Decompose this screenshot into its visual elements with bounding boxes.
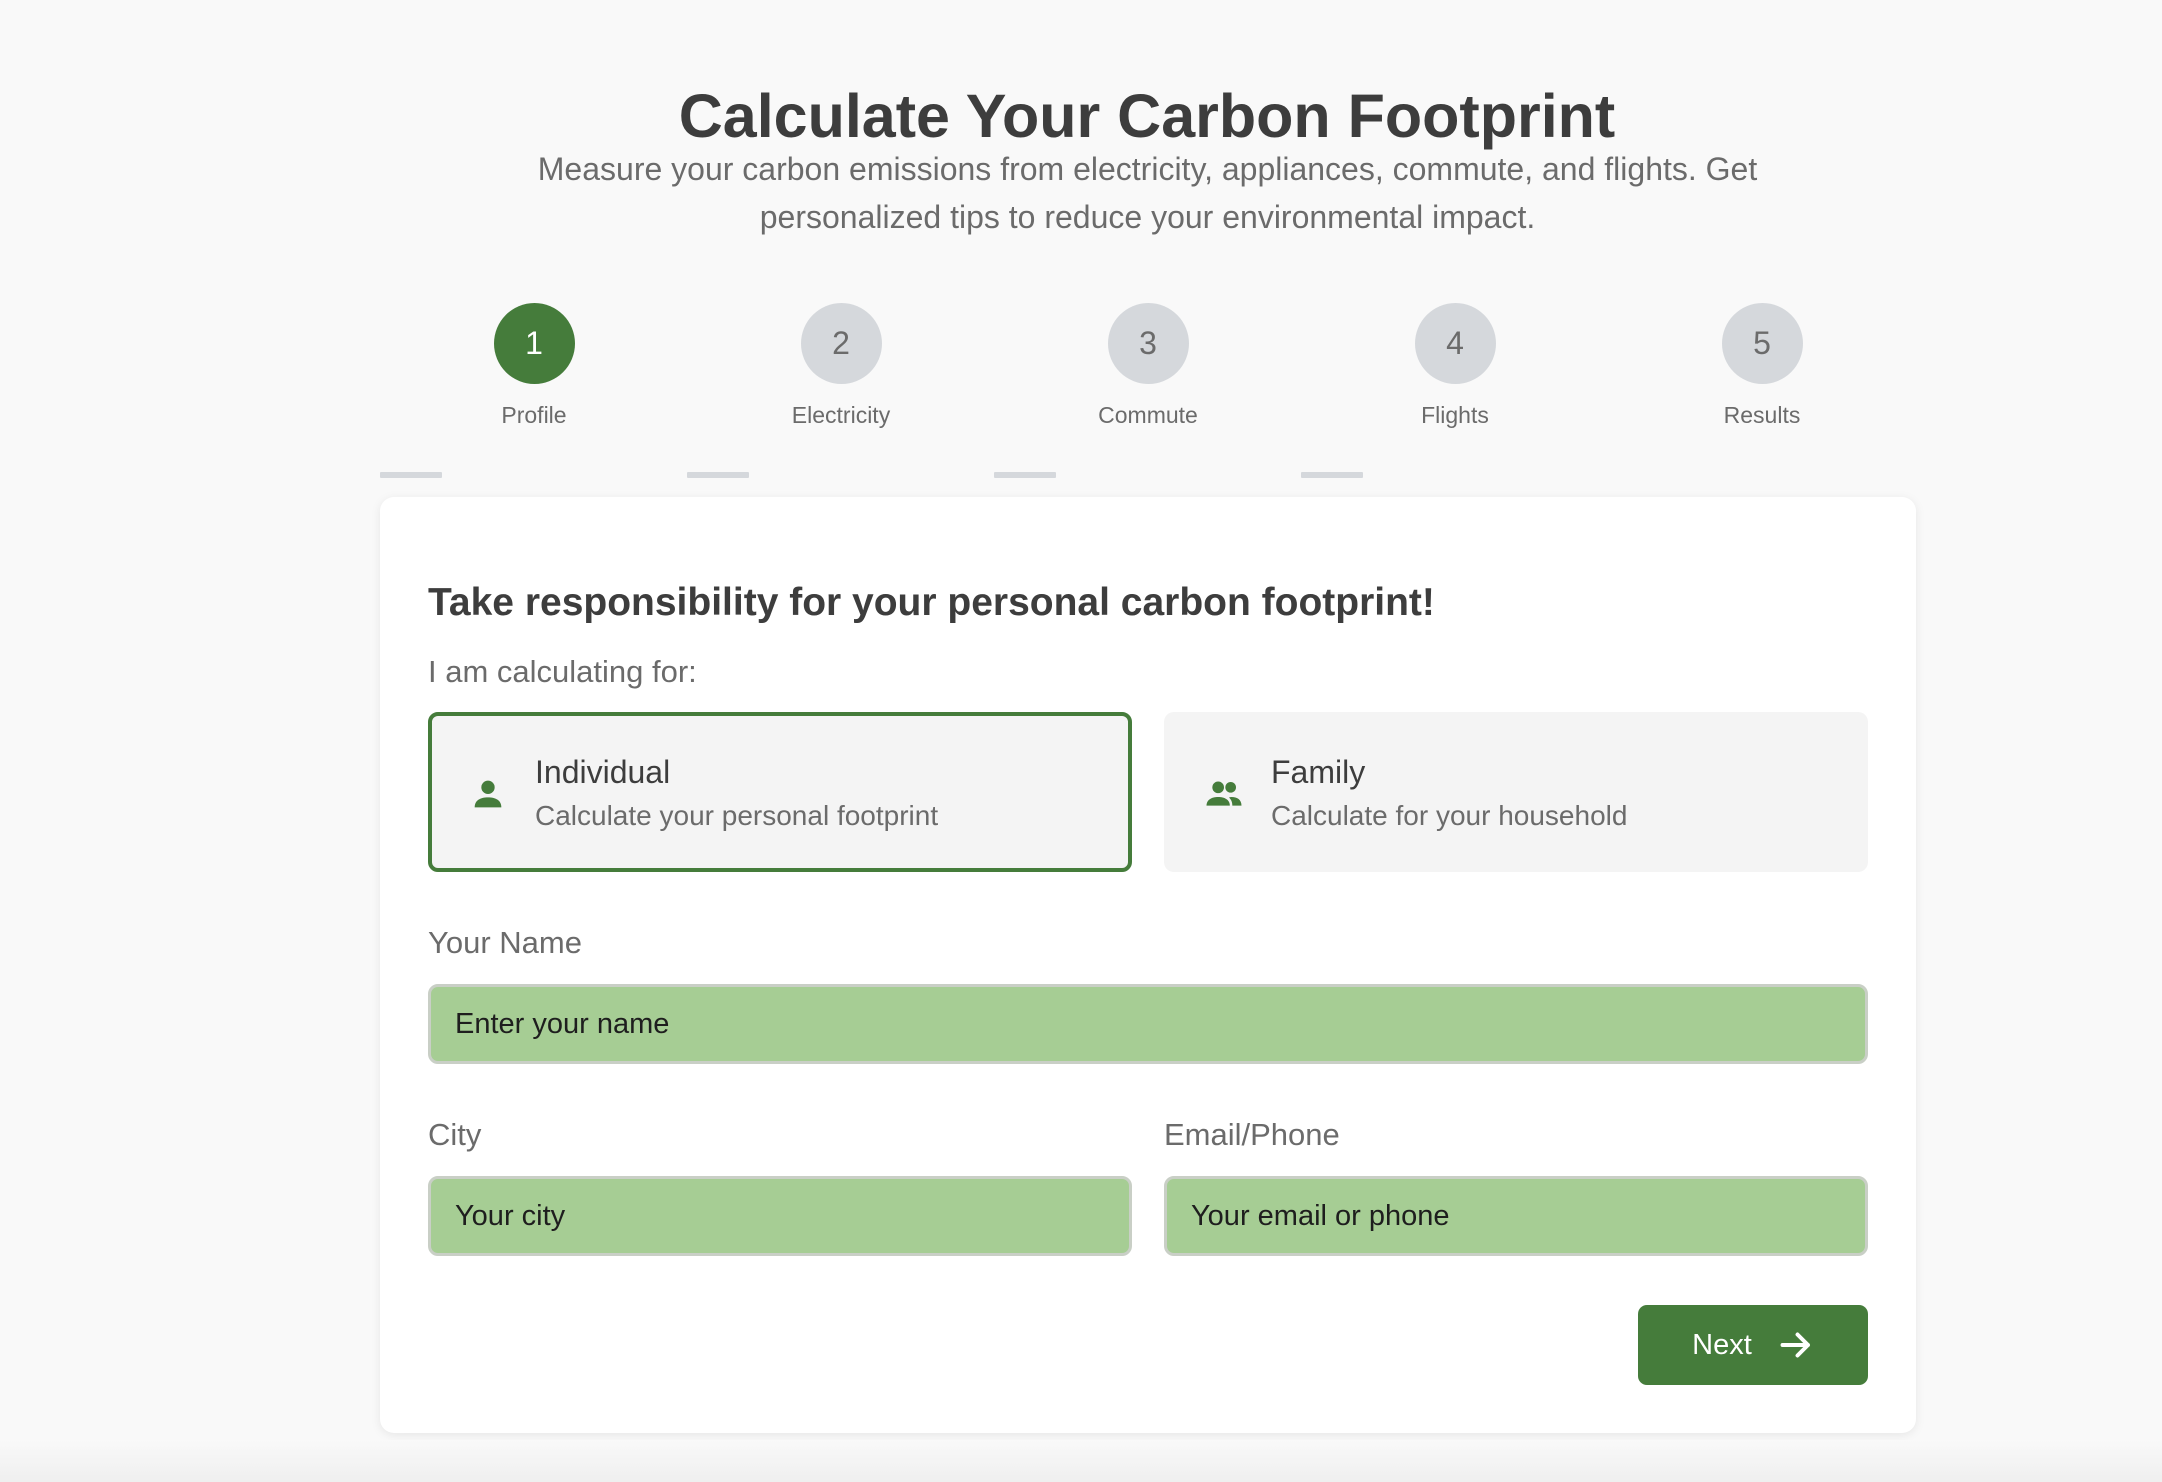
step-number: 5	[1721, 303, 1803, 384]
option-title: Family	[1271, 754, 1366, 790]
step-label: Electricity	[791, 402, 891, 428]
next-button-label: Next	[1692, 1328, 1752, 1361]
profile-form-card: Take responsibility for your personal ca…	[380, 497, 1916, 1433]
option-family[interactable]: Family Calculate for your household	[1164, 712, 1868, 872]
step-number: 3	[1107, 303, 1189, 384]
step-connector	[1301, 472, 1363, 478]
step-number: 4	[1414, 303, 1496, 384]
option-title: Individual	[535, 754, 671, 790]
page-title: Calculate Your Carbon Footprint	[678, 81, 1616, 150]
step-label: Commute	[1098, 402, 1198, 428]
step-label: Flights	[1421, 402, 1489, 428]
option-description: Calculate your personal footprint	[535, 800, 939, 831]
step-connector	[380, 472, 442, 478]
step-number: 1	[493, 303, 575, 384]
card-heading: Take responsibility for your personal ca…	[428, 581, 1435, 625]
step-results[interactable]: 5 Results	[1642, 303, 1882, 429]
person-icon	[468, 774, 508, 814]
email-phone-input[interactable]	[1164, 1176, 1868, 1256]
step-electricity[interactable]: 2 Electricity	[721, 303, 961, 429]
step-number: 2	[800, 303, 882, 384]
step-connector	[994, 472, 1056, 478]
page-bottom-edge	[0, 1440, 2162, 1482]
next-button[interactable]: Next	[1638, 1305, 1868, 1385]
step-profile[interactable]: 1 Profile	[414, 303, 654, 429]
page-subtitle: Measure your carbon emissions from elect…	[537, 151, 1758, 235]
step-label: Results	[1723, 402, 1801, 428]
city-input[interactable]	[428, 1176, 1132, 1256]
calculating-for-label: I am calculating for:	[428, 654, 697, 689]
step-label: Profile	[501, 402, 567, 428]
option-description: Calculate for your household	[1271, 800, 1628, 831]
group-icon	[1204, 774, 1244, 814]
step-commute[interactable]: 3 Commute	[1028, 303, 1268, 429]
option-individual[interactable]: Individual Calculate your personal footp…	[428, 712, 1132, 872]
step-flights[interactable]: 4 Flights	[1335, 303, 1575, 429]
city-label: City	[428, 1117, 482, 1152]
step-connector	[687, 472, 749, 478]
name-input[interactable]	[428, 984, 1868, 1064]
arrow-right-icon	[1778, 1327, 1814, 1363]
email-phone-label: Email/Phone	[1164, 1117, 1340, 1152]
progress-stepper: 1 Profile 2 Electricity 3 Commute 4 Flig…	[0, 303, 2162, 483]
name-label: Your Name	[428, 925, 582, 960]
